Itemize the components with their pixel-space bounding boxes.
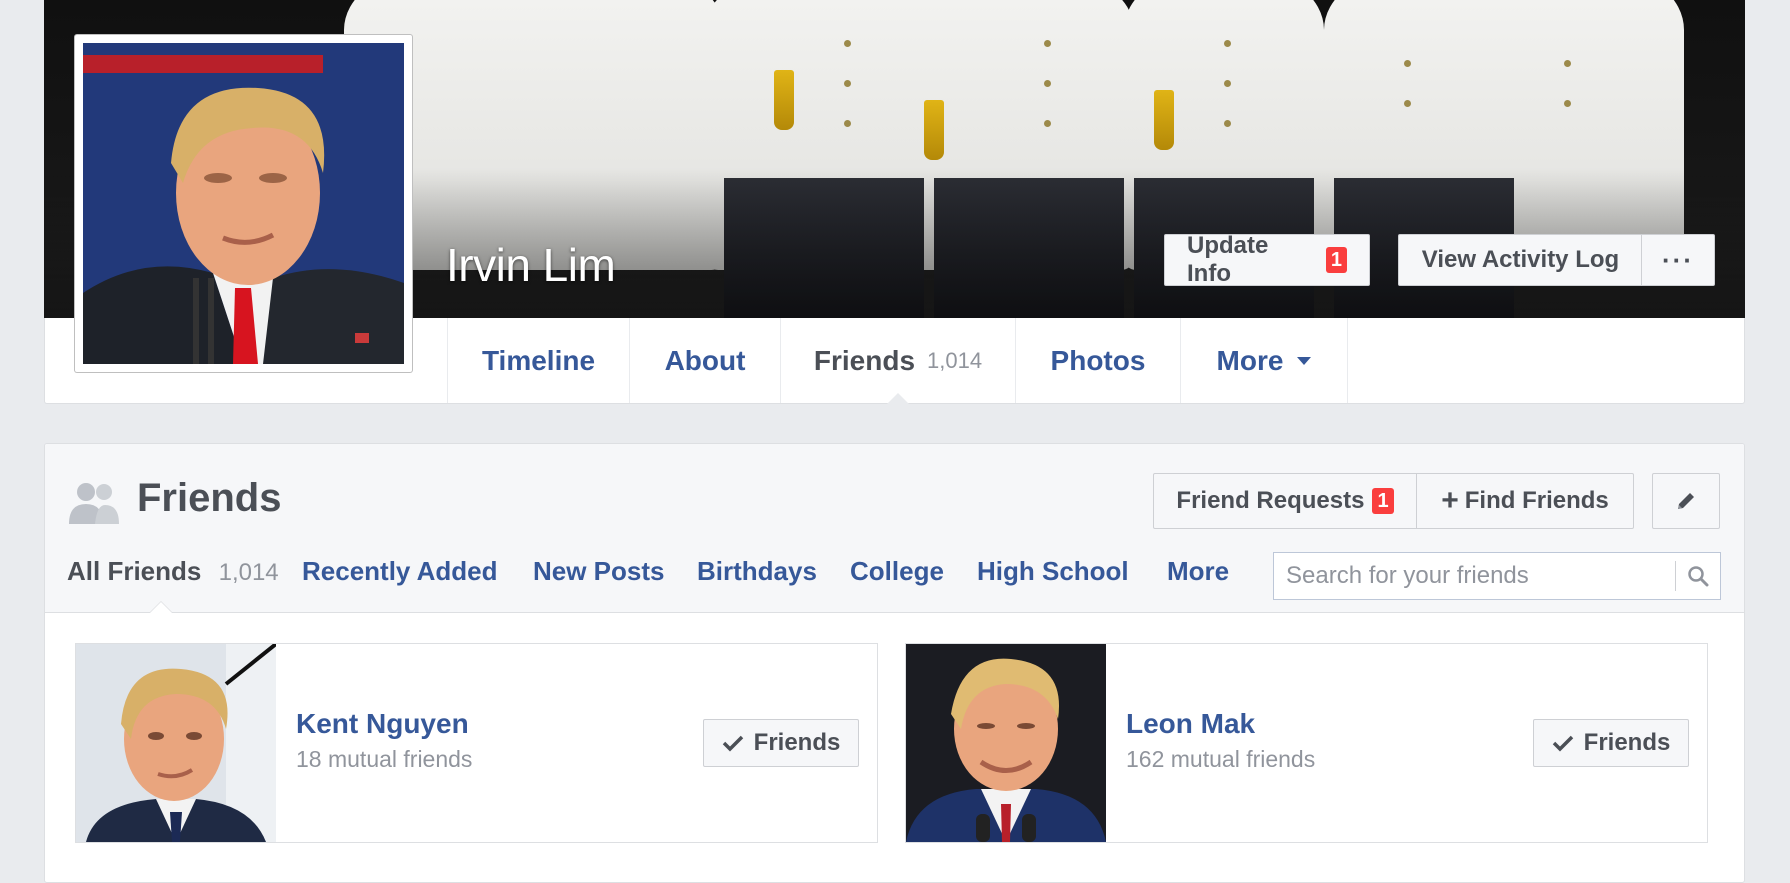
active-tab-caret <box>887 393 909 404</box>
cover-uniform-button <box>1044 80 1051 87</box>
active-subtab-caret <box>149 601 173 613</box>
profile-portrait-icon <box>83 43 404 364</box>
cover-uniform-button <box>844 120 851 127</box>
cover-uniform-button <box>1044 120 1051 127</box>
tab-photos-label: Photos <box>1050 344 1146 376</box>
pencil-icon <box>1678 493 1694 509</box>
friends-status-label: Friends <box>753 729 841 756</box>
friends-status-label: Friends <box>1583 729 1671 756</box>
tab-timeline[interactable]: Timeline <box>447 318 629 403</box>
friend-requests-label: Friend Requests <box>1176 487 1365 514</box>
cover-sword-tassel <box>1154 90 1174 150</box>
cover-sword-tassel <box>924 100 944 160</box>
friend-name[interactable]: Leon Mak <box>1126 708 1255 740</box>
cover-uniform-button <box>844 40 851 47</box>
subtab-college[interactable]: College <box>850 556 944 587</box>
subtab-high-school[interactable]: High School <box>977 556 1129 587</box>
tab-timeline-label: Timeline <box>481 344 596 376</box>
subtab-recently-added[interactable]: Recently Added <box>302 556 498 587</box>
mutual-friends-count[interactable]: 162 mutual friends <box>1126 746 1315 773</box>
cover-uniform-button <box>1564 100 1571 107</box>
friends-search-input[interactable] <box>1274 553 1675 599</box>
dropdown-arrow-icon <box>1297 356 1312 365</box>
profile-picture-image <box>83 43 404 364</box>
friends-title: Friends <box>137 476 282 520</box>
cover-uniform-button <box>1404 60 1411 67</box>
cover-uniform-button <box>1224 120 1231 127</box>
cover-uniform-button <box>1224 80 1231 87</box>
search-button[interactable] <box>1676 553 1720 599</box>
friends-search <box>1273 552 1721 600</box>
friend-photo[interactable] <box>76 644 276 842</box>
friends-section: Friends Friend Requests 1 + Find Friends… <box>44 443 1745 883</box>
cover-uniform-button <box>1564 60 1571 67</box>
checkmark-icon <box>722 735 743 752</box>
cover-sword-tassel <box>774 70 794 130</box>
tab-more[interactable]: More <box>1180 318 1348 403</box>
checkmark-icon <box>1552 735 1573 752</box>
tab-about-label: About <box>664 344 746 376</box>
cover-uniform-button <box>844 80 851 87</box>
subtab-more[interactable]: More <box>1167 556 1229 587</box>
friends-icon <box>69 483 119 524</box>
friend-card: Kent Nguyen 18 mutual friends Friends <box>75 643 878 843</box>
tab-friends-label: Friends <box>813 344 916 376</box>
friend-portrait-icon <box>76 644 276 842</box>
tab-more-label: More <box>1216 344 1284 376</box>
friend-card: Leon Mak 162 mutual friends Friends <box>905 643 1708 843</box>
friends-header: Friends Friend Requests 1 + Find Friends… <box>45 444 1744 613</box>
subtab-new-posts[interactable]: New Posts <box>533 556 665 587</box>
update-info-button[interactable]: Update Info 1 <box>1164 232 1370 287</box>
friend-photo[interactable] <box>906 644 1106 842</box>
friend-requests-button[interactable]: Friend Requests 1 <box>1153 473 1417 529</box>
friends-status-button[interactable]: Friends <box>1533 719 1689 767</box>
friend-requests-badge: 1 <box>1372 488 1394 514</box>
more-dots-icon: ··· <box>1662 244 1694 275</box>
mutual-friends-count[interactable]: 18 mutual friends <box>296 746 472 773</box>
tab-about[interactable]: About <box>629 318 780 403</box>
tab-photos[interactable]: Photos <box>1015 318 1180 403</box>
subtab-all-friends-label: All Friends <box>67 556 202 586</box>
plus-icon: + <box>1441 484 1459 517</box>
profile-picture[interactable] <box>74 34 413 373</box>
update-info-badge: 1 <box>1325 247 1347 273</box>
subtab-all-friends[interactable]: All Friends 1,014 <box>67 556 279 587</box>
tab-friends-count: 1,014 <box>927 347 983 373</box>
edit-button[interactable] <box>1652 473 1720 529</box>
subtab-all-friends-count: 1,014 <box>218 559 279 586</box>
tab-friends[interactable]: Friends 1,014 <box>780 318 1015 404</box>
cover-uniform-button <box>1224 40 1231 47</box>
more-options-button[interactable]: ··· <box>1641 234 1715 286</box>
update-info-label: Update Info <box>1187 232 1269 287</box>
subtab-birthdays[interactable]: Birthdays <box>697 556 817 587</box>
cover-uniform-button <box>1044 40 1051 47</box>
friend-name[interactable]: Kent Nguyen <box>296 708 469 740</box>
find-friends-label: Find Friends <box>1464 487 1609 514</box>
friends-status-button[interactable]: Friends <box>703 719 859 767</box>
view-activity-log-button[interactable]: View Activity Log <box>1398 234 1642 286</box>
profile-name[interactable]: Irvin Lim <box>446 238 616 292</box>
find-friends-button[interactable]: + Find Friends <box>1416 473 1634 529</box>
friend-portrait-icon <box>906 644 1106 842</box>
view-activity-log-label: View Activity Log <box>1421 246 1620 273</box>
cover-uniform-button <box>1404 100 1411 107</box>
search-icon <box>1688 566 1709 587</box>
